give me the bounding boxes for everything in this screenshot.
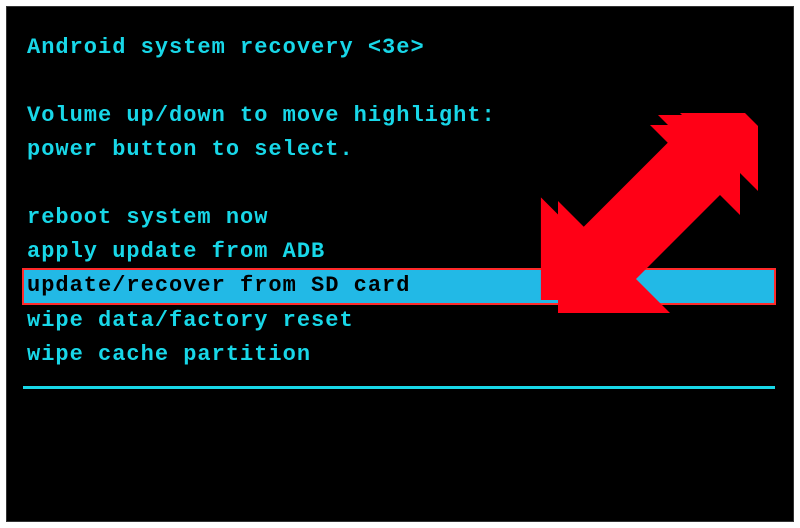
divider bbox=[23, 386, 775, 389]
instruction-line-2: power button to select. bbox=[27, 133, 793, 167]
spacer bbox=[27, 65, 793, 99]
menu-item-reboot[interactable]: reboot system now bbox=[27, 201, 793, 235]
spacer bbox=[27, 167, 793, 201]
menu-item-wipe-cache[interactable]: wipe cache partition bbox=[27, 338, 793, 372]
recovery-screen: Android system recovery <3e> Volume up/d… bbox=[6, 6, 794, 522]
menu-item-sd-update[interactable]: update/recover from SD card bbox=[23, 269, 775, 303]
menu-item-adb-update[interactable]: apply update from ADB bbox=[27, 235, 793, 269]
title: Android system recovery <3e> bbox=[27, 31, 793, 65]
instruction-line-1: Volume up/down to move highlight: bbox=[27, 99, 793, 133]
menu-item-factory-reset[interactable]: wipe data/factory reset bbox=[27, 304, 793, 338]
